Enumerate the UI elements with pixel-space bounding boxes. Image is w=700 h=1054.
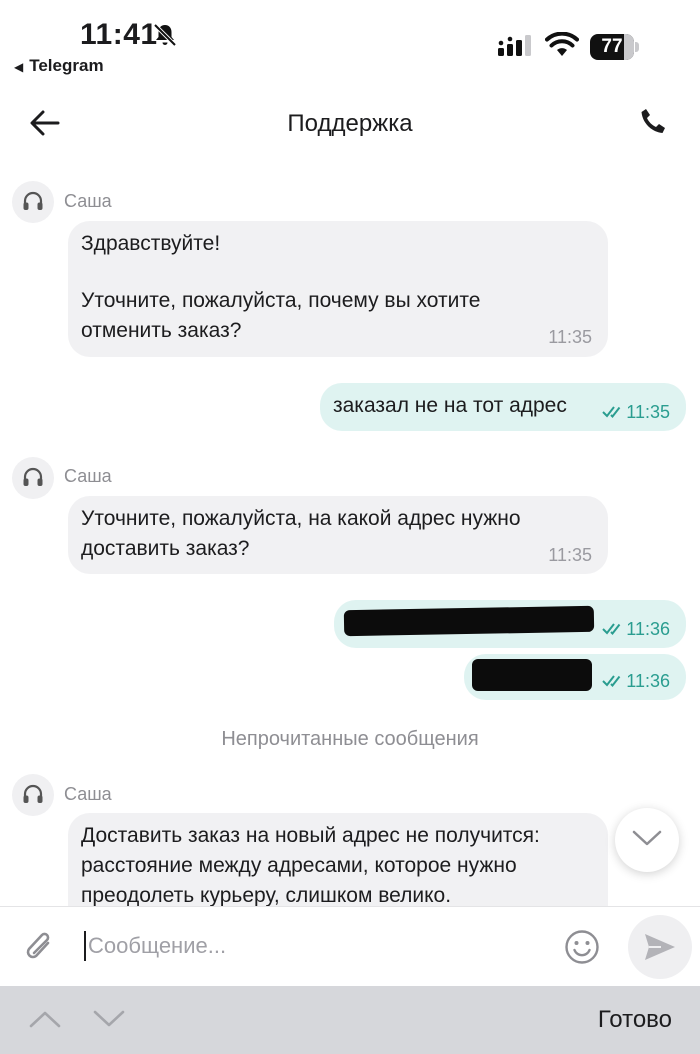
message-status: 11:36 (602, 614, 670, 644)
message-line: Здравствуйте! (81, 232, 221, 255)
redacted-text (343, 605, 595, 637)
back-to-telegram-link[interactable]: ◀ Telegram (14, 56, 104, 76)
keyboard-accessory-bar: Готово (0, 986, 700, 1054)
battery-icon: 77 (590, 34, 640, 60)
status-time: 11:41 (80, 18, 158, 51)
message-list[interactable]: Саша Здравствуйте! Уточните, пожалуйста,… (0, 170, 700, 906)
chevron-up-icon[interactable] (28, 1008, 62, 1030)
text-cursor (84, 931, 86, 961)
message-bubble[interactable]: 11:36 (334, 600, 686, 648)
message-bubble[interactable]: Здравствуйте! Уточните, пожалуйста, поче… (68, 221, 608, 357)
message-bubble[interactable]: заказал не на тот адрес 11:35 (320, 383, 686, 431)
message-sender: Саша (64, 191, 112, 211)
message-input[interactable] (88, 925, 548, 967)
cellular-signal-icon (498, 35, 531, 56)
composer (0, 906, 700, 986)
message-sender: Саша (64, 466, 112, 486)
message-line: Уточните, пожалуйста, на какой адрес нуж… (81, 507, 521, 530)
battery-percent: 77 (601, 36, 623, 57)
message-status: 11:35 (602, 397, 670, 427)
message-time: 11:36 (626, 619, 670, 639)
message-line: расстояние между адресами, которое нужно (81, 854, 517, 877)
message-sender: Саша (64, 784, 112, 804)
message-time: 11:35 (626, 402, 670, 422)
avatar (12, 457, 54, 499)
chat-header: Поддержка (0, 92, 700, 154)
message-line: доставить заказ? (81, 537, 250, 560)
scroll-to-bottom-button[interactable] (615, 808, 679, 872)
message-line: преодолеть курьеру, слишком велико. (81, 884, 452, 906)
avatar (12, 774, 54, 816)
message-bubble[interactable]: Доставить заказ на новый адрес не получи… (68, 813, 608, 906)
page-title: Поддержка (287, 110, 413, 137)
message-bubble[interactable]: 11:36 (464, 654, 686, 700)
emoji-icon[interactable] (564, 929, 600, 965)
chevron-down-icon[interactable] (92, 1008, 126, 1030)
send-button[interactable] (628, 915, 692, 979)
headset-icon (23, 191, 43, 210)
message-status: 11:36 (602, 666, 670, 696)
double-check-icon (602, 406, 621, 419)
back-triangle-icon: ◀ (14, 60, 24, 74)
message-time: 11:35 (548, 327, 592, 347)
chevron-down-icon (632, 830, 662, 846)
status-bar: 11:41 ◀ Telegram 77 (0, 0, 700, 84)
headset-icon (23, 784, 43, 803)
headset-icon (23, 467, 43, 486)
wifi-icon (545, 32, 579, 56)
avatar (12, 181, 54, 223)
send-icon (645, 934, 675, 960)
double-check-icon (602, 675, 621, 688)
redacted-text (472, 659, 592, 691)
back-app-label: Telegram (29, 56, 104, 75)
double-check-icon (602, 623, 621, 636)
done-button[interactable]: Готово (598, 1006, 672, 1034)
message-time: 11:36 (626, 671, 670, 691)
message-line: отменить заказ? (81, 319, 242, 342)
bell-muted-icon (153, 23, 177, 47)
message-text: заказал не на тот адрес (333, 394, 567, 417)
phone-icon[interactable] (638, 106, 670, 138)
message-line: Уточните, пожалуйста, почему вы хотите (81, 289, 481, 312)
unread-divider: Непрочитанные сообщения (221, 728, 479, 750)
message-time: 11:35 (548, 545, 592, 565)
message-line: Доставить заказ на новый адрес не получи… (81, 824, 540, 847)
paperclip-icon[interactable] (22, 927, 56, 967)
message-bubble[interactable]: Уточните, пожалуйста, на какой адрес нуж… (68, 496, 608, 574)
